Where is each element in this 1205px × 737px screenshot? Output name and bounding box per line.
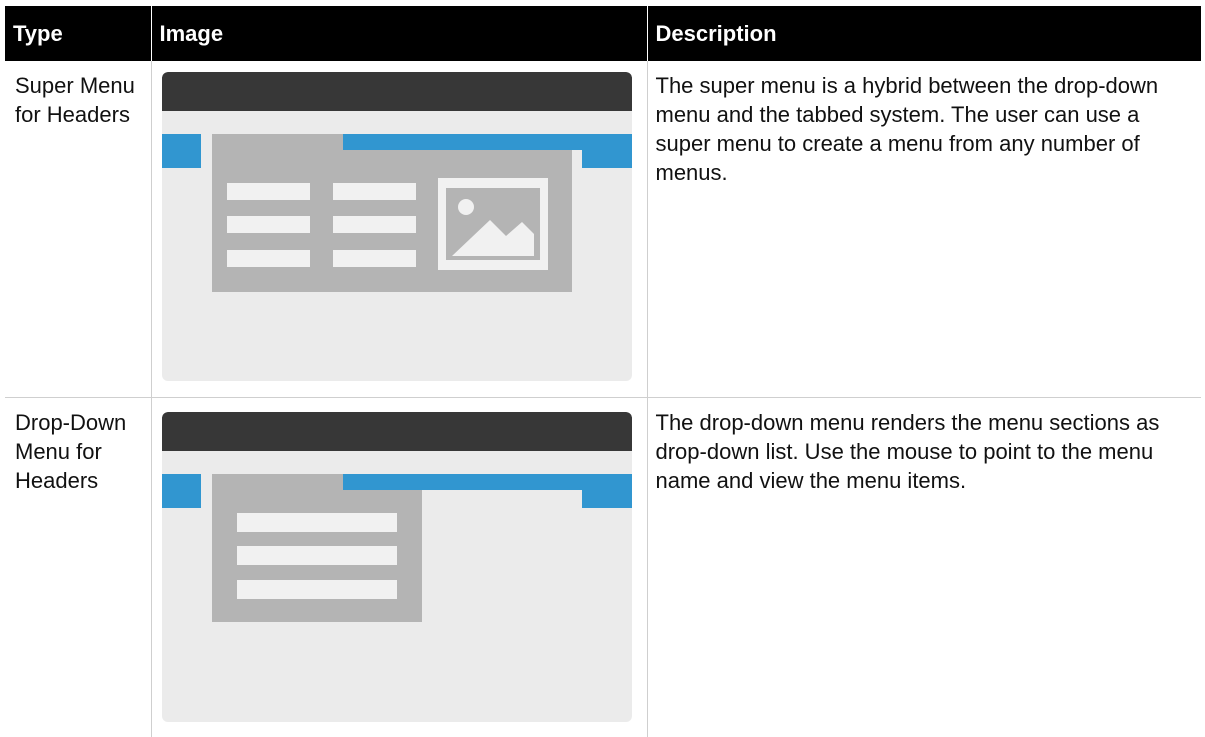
illustration-right-tab: [581, 473, 632, 508]
menu-item-bar: [236, 579, 397, 599]
illustration-header-bar: [161, 411, 632, 451]
description-cell: The drop-down menu renders the menu sect…: [646, 397, 1201, 737]
menu-item-bar: [236, 545, 397, 565]
image-cell: [150, 61, 647, 398]
illustration-right-tab: [581, 134, 632, 168]
menu-types-table: Type Image Description Super Menu for He…: [5, 6, 1201, 737]
description-cell: The super menu is a hybrid between the d…: [646, 61, 1201, 398]
menu-item-bar: [226, 183, 310, 200]
menu-item-bar: [226, 250, 310, 267]
image-placeholder-icon: [437, 178, 548, 270]
landscape-icon: [445, 188, 540, 260]
table-row: Drop-Down Menu for Headers The drop-down…: [5, 397, 1201, 737]
image-cell: [150, 397, 647, 737]
type-cell: Super Menu for Headers: [5, 61, 151, 398]
menu-item-bar: [236, 512, 397, 532]
illustration-left-tab: [161, 134, 201, 168]
column-header-type: Type: [5, 6, 151, 61]
illustration-left-tab: [161, 473, 201, 508]
super-menu-illustration: [161, 72, 632, 381]
column-header-image: Image: [150, 6, 647, 61]
illustration-header-bar: [161, 72, 632, 111]
menu-item-bar: [226, 216, 310, 233]
drop-down-menu-illustration: [161, 411, 632, 722]
menu-item-bar: [332, 183, 416, 200]
column-header-description: Description: [646, 6, 1201, 61]
table-header-row: Type Image Description: [5, 6, 1201, 61]
table-row: Super Menu for Headers The super menu is…: [5, 61, 1201, 398]
menu-item-bar: [332, 250, 416, 267]
type-cell: Drop-Down Menu for Headers: [15, 409, 127, 493]
menu-item-bar: [332, 216, 416, 233]
document-page: Type Image Description Super Menu for He…: [0, 0, 1205, 737]
